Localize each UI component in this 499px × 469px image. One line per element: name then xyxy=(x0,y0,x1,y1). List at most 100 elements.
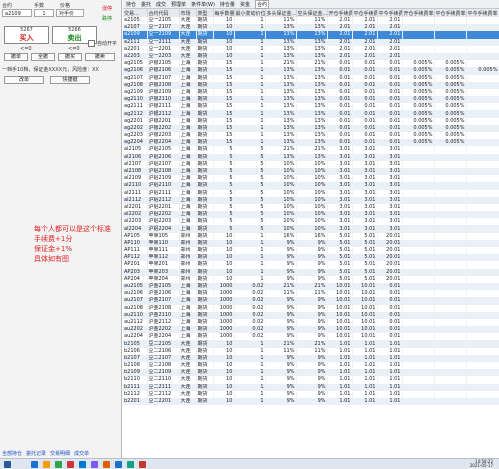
column-header[interactable]: 最小变动价位 xyxy=(234,9,266,17)
app-icon[interactable] xyxy=(79,460,86,468)
table-row[interactable]: au2106 沪金2106 上海 期货 1000 0.02 11% 11% 10.01 10.01… xyxy=(123,290,499,298)
price-input[interactable]: 对手价 xyxy=(56,9,84,17)
hotkey-button[interactable]: 快捷键 xyxy=(50,76,90,84)
menu-item[interactable]: 条件单(W) xyxy=(191,1,215,8)
column-header[interactable]: 多头保证金... xyxy=(265,9,297,17)
table-row[interactable]: AP112 苹果112 郑州 期货 10 1 9% 9% 5.01 5.01 20.01 xyxy=(123,254,499,262)
table-row[interactable]: a2111 豆一2111 大连 期货 10 1 13% 13% 2.01 2.01 2.01 xyxy=(123,38,499,46)
column-header[interactable]: 平仓手续费率 xyxy=(434,9,467,17)
app-icon[interactable] xyxy=(43,460,50,468)
table-row[interactable]: al2111 沪铝2111 上海 期货 5 5 10% 10% 3.01 3.01 3.01 xyxy=(123,189,499,197)
table-row[interactable]: al2109 沪铝2109 上海 期货 5 5 10% 10% 3.01 3.01 3.01 xyxy=(123,175,499,183)
table-row[interactable]: al2112 沪铝2112 上海 期货 5 5 10% 10% 3.01 3.01 3.01 xyxy=(123,196,499,204)
table-row[interactable]: a2203 豆一2203 大连 期货 10 1 13% 13% 2.01 2.01 2.01 xyxy=(123,52,499,61)
table-row[interactable]: ag2202 沪银2202 上海 期货 15 1 13% 13% 0.01 0.01 0.01 0.0… xyxy=(123,124,499,132)
menu-item[interactable]: 预埋单 xyxy=(171,1,186,8)
cancel-all-button[interactable]: 全撤 xyxy=(31,53,55,61)
table-row[interactable]: al2202 沪铝2202 上海 期货 5 5 10% 10% 3.01 3.01 3.01 xyxy=(123,211,499,219)
column-header[interactable]: 平仓手续费 xyxy=(352,9,378,17)
column-header[interactable]: 交易... xyxy=(123,9,148,17)
table-row[interactable]: AP204 苹果204 郑州 期货 10 1 9% 9% 5.01 5.01 20.01 xyxy=(123,275,499,283)
contract-code-input[interactable]: a2109 xyxy=(2,9,32,17)
table-row[interactable]: b2108 豆二2108 大连 期货 10 1 9% 9% 1.01 1.01 1.01 xyxy=(123,362,499,370)
app-icon[interactable] xyxy=(115,460,122,468)
app-icon[interactable] xyxy=(55,460,62,468)
column-header[interactable]: 开仓手续费率 xyxy=(402,9,435,17)
app-icon[interactable] xyxy=(139,460,146,468)
table-row[interactable]: ag2106 沪银2106 上海 期货 15 1 13% 13% 0.01 0.01 0.01 0.0… xyxy=(123,67,499,75)
app-icon[interactable] xyxy=(103,460,110,468)
table-row[interactable]: au2204 沪金2204 上海 期货 1000 0.02 9% 9% 10.01 10.01 0.… xyxy=(123,333,499,341)
table-row[interactable]: ag2111 沪银2111 上海 期货 15 1 13% 13% 0.01 0.01 0.01 0.0… xyxy=(123,103,499,111)
table-row[interactable]: AP105 苹果105 郑州 期货 10 1 16% 16% 5.01 5.01 20.01 xyxy=(123,232,499,240)
app-icon[interactable] xyxy=(91,460,98,468)
table-row[interactable]: al2110 沪铝2110 上海 期货 5 5 10% 10% 3.01 3.01 3.01 xyxy=(123,182,499,190)
table-row[interactable]: b2111 豆二2111 大连 期货 10 1 9% 9% 1.01 1.01 1.01 xyxy=(123,383,499,391)
table-row[interactable]: al2203 沪铝2203 上海 期货 5 5 10% 10% 3.01 3.01 3.01 xyxy=(123,218,499,226)
table-row[interactable]: a2107 豆一2107 大连 期货 10 1 13% 13% 2.01 2.01 2.01 xyxy=(123,24,499,32)
menu-item[interactable]: 合约 xyxy=(254,0,269,9)
column-header[interactable]: 市场 xyxy=(179,9,197,17)
table-row[interactable]: al2108 沪铝2108 上海 期货 5 5 10% 10% 3.01 3.01 3.01 xyxy=(123,167,499,176)
table-row[interactable]: au2105 沪金2105 上海 期货 1000 0.02 21% 21% 10.01 10.01… xyxy=(123,282,499,291)
app-icon[interactable] xyxy=(127,460,134,468)
table-row[interactable]: al2201 沪铝2201 上海 期货 5 5 10% 10% 3.01 3.01 3.01 xyxy=(123,203,499,212)
table-row[interactable]: ag2204 沪银2204 上海 期货 15 1 13% 13% 0.01 0.01 0.01 0.0… xyxy=(123,139,499,147)
table-row[interactable]: b2105 豆二2105 大连 期货 10 1 21% 21% 1.01 1.01 1.01 xyxy=(123,340,499,348)
column-header[interactable]: 平今手续费 xyxy=(377,9,403,17)
app-icon[interactable] xyxy=(31,460,38,468)
table-row[interactable]: a2105 豆一2105 大连 期货 10 1 11% 11% 2.01 2.01 2.01 xyxy=(123,17,499,25)
table-row[interactable]: AP201 苹果201 郑州 期货 10 1 9% 9% 5.01 5.01 20.01 xyxy=(123,261,499,269)
table-row[interactable]: ag2108 沪银2108 上海 期货 15 1 13% 13% 0.01 0.01 0.01 0.0… xyxy=(123,81,499,89)
cancel-order-button[interactable]: 撤单 xyxy=(4,53,28,61)
column-header[interactable]: 开仓手续费 xyxy=(327,9,353,17)
table-row[interactable]: al2106 沪铝2106 上海 期货 5 5 13% 13% 3.01 3.01 3.01 xyxy=(123,153,499,161)
table-row[interactable]: a2109 豆一2109 大连 期货 10 1 13% 13% 2.01 2.01 2.01 xyxy=(123,31,499,39)
table-row[interactable]: ag2110 沪银2110 上海 期货 15 1 13% 13% 0.01 0.01 0.01 0.0… xyxy=(123,96,499,104)
table-row[interactable]: ag2203 沪银2203 上海 期货 15 1 13% 13% 0.01 0.01 0.01 0.0… xyxy=(123,132,499,140)
table-row[interactable]: au2202 沪金2202 上海 期货 1000 0.02 9% 9% 10.01 10.01 0.… xyxy=(123,326,499,334)
app-icon[interactable] xyxy=(67,460,74,468)
column-header[interactable]: 每手数量 xyxy=(213,9,235,17)
column-header[interactable]: 类型 xyxy=(196,9,214,17)
menu-item[interactable]: 委托 xyxy=(141,1,151,8)
table-row[interactable]: AP203 苹果203 郑州 期货 10 1 9% 9% 5.01 5.01 20.01 xyxy=(123,268,499,276)
table-row[interactable]: b2110 豆二2110 大连 期货 10 1 9% 9% 1.01 1.01 1.01 xyxy=(123,376,499,384)
tab-trades[interactable]: 交易明细 xyxy=(50,450,70,457)
menu-item[interactable]: 持仓 xyxy=(126,1,136,8)
tab-positions[interactable]: 全部持仓 xyxy=(2,450,22,457)
auto-open-close-checkbox[interactable] xyxy=(88,40,95,47)
table-row[interactable]: ag2109 沪银2109 上海 期货 15 1 13% 13% 0.01 0.01 0.01 0.0… xyxy=(123,88,499,97)
table-row[interactable]: b2201 豆二2201 大连 期货 10 1 9% 9% 1.01 1.01 1.01 xyxy=(123,397,499,406)
table-row[interactable]: b2106 豆二2106 大连 期货 10 1 11% 11% 1.01 1.01 1.01 xyxy=(123,347,499,355)
table-row[interactable]: ag2201 沪银2201 上海 期货 15 1 13% 13% 0.01 0.01 0.01 0.0… xyxy=(123,117,499,125)
table-row[interactable]: ag2107 沪银2107 上海 期货 15 1 13% 13% 0.01 0.01 0.01 0.0… xyxy=(123,74,499,82)
cancel-buy-button[interactable]: 撤买 xyxy=(58,53,82,61)
table-row[interactable]: au2112 沪金2112 上海 期货 1000 0.02 9% 9% 10.01 10.01 0.… xyxy=(123,318,499,327)
table-row[interactable]: al2107 沪铝2107 上海 期货 5 5 10% 10% 3.01 3.01 3.01 xyxy=(123,160,499,168)
table-row[interactable]: ag2112 沪银2112 上海 期货 15 1 13% 13% 0.01 0.01 0.01 0.0… xyxy=(123,110,499,118)
menu-item[interactable]: 持仓量 xyxy=(220,1,235,8)
table-row[interactable]: al2105 沪铝2105 上海 期货 5 5 21% 21% 3.01 3.01 3.01 xyxy=(123,146,499,154)
menu-item[interactable]: 成交 xyxy=(156,1,166,8)
start-icon[interactable] xyxy=(4,460,11,468)
table-row[interactable]: AP110 苹果110 郑州 期货 10 1 9% 9% 5.01 5.01 20.01 xyxy=(123,239,499,247)
modify-order-button[interactable]: 改单 xyxy=(4,76,44,84)
hands-input[interactable]: 1 xyxy=(34,9,54,17)
tab-fills[interactable]: 成交单 xyxy=(74,450,89,457)
column-header[interactable]: 空头保证金... xyxy=(296,9,328,17)
column-header[interactable]: 合约代码 xyxy=(147,9,180,17)
table-row[interactable]: b2112 豆二2112 大连 期货 10 1 9% 9% 1.01 1.01 1.01 xyxy=(123,390,499,398)
column-header[interactable]: 平今手续费率 xyxy=(466,9,499,17)
menu-item[interactable]: 资金 xyxy=(240,1,250,8)
table-row[interactable]: au2108 沪金2108 上海 期货 1000 0.02 9% 9% 10.01 10.01 0.… xyxy=(123,304,499,312)
buy-button[interactable]: 5267 买入 xyxy=(4,26,49,44)
table-row[interactable]: b2109 豆二2109 大连 期货 10 1 9% 9% 1.01 1.01 1.01 xyxy=(123,369,499,377)
table-row[interactable]: au2107 沪金2107 上海 期货 1000 0.02 9% 9% 10.01 10.01 0.… xyxy=(123,297,499,305)
table-row[interactable]: au2110 沪金2110 上海 期货 1000 0.02 9% 9% 10.01 10.01 0.… xyxy=(123,311,499,319)
table-row[interactable]: ag2105 沪银2105 上海 期货 15 1 21% 21% 0.01 0.01 0.01 0.0… xyxy=(123,60,499,68)
table-row[interactable]: al2204 沪铝2204 上海 期货 5 5 10% 10% 3.01 3.01 3.01 xyxy=(123,225,499,233)
table-row[interactable]: AP111 苹果111 郑州 期货 10 1 9% 9% 5.01 5.01 20.01 xyxy=(123,247,499,255)
cancel-sell-button[interactable]: 撤卖 xyxy=(85,53,115,61)
tab-orders[interactable]: 委托记录 xyxy=(26,450,46,457)
